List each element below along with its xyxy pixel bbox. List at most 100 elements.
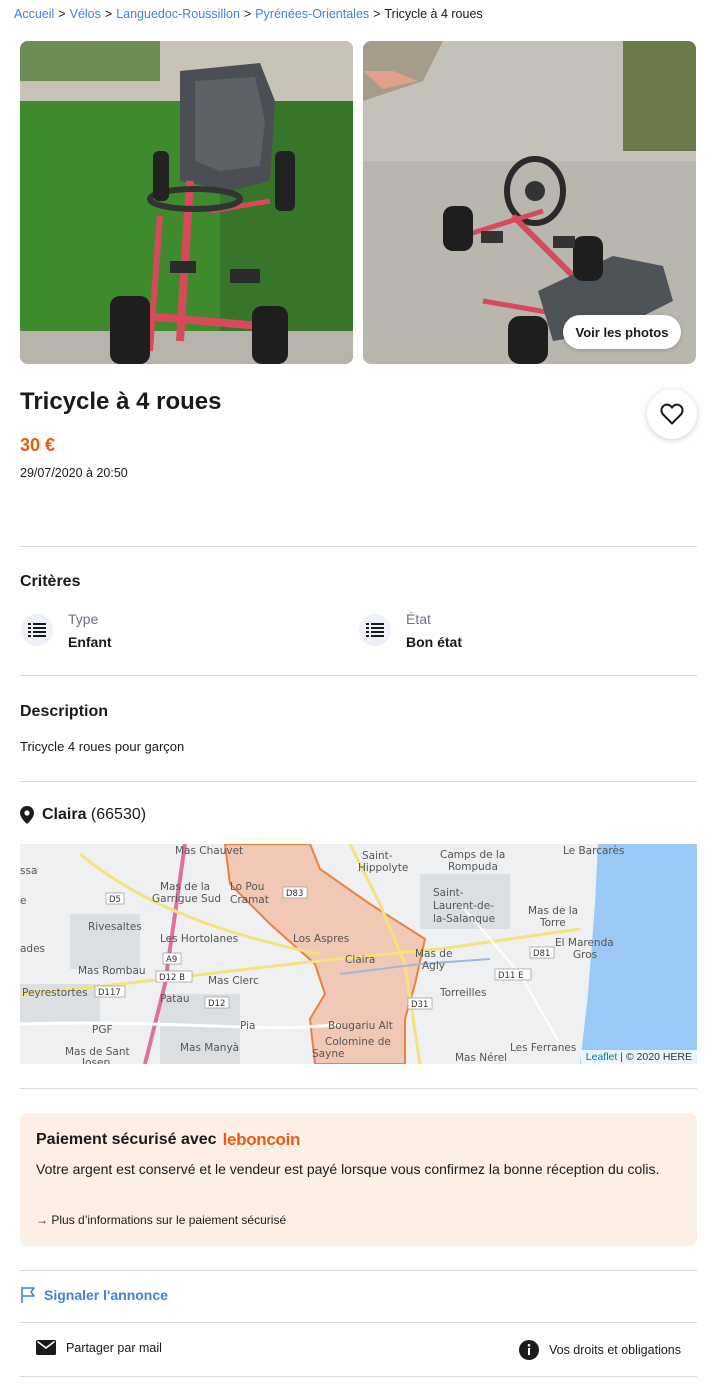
map-place-label: Colomine de [325,1036,391,1048]
mail-icon [36,1340,56,1355]
map-place-label: Les Ferranes [510,1042,576,1054]
share-by-mail-button[interactable]: Partager par mail [36,1340,162,1355]
report-ad-button[interactable]: Signaler l'annonce [20,1286,168,1304]
location-postcode: (66530) [90,806,147,823]
map-place-label: Mas de la [160,881,210,893]
divider [20,675,697,676]
svg-text:D11 E: D11 E [498,971,523,981]
flag-icon [21,1287,35,1303]
ad-date: 29/07/2020 à 20:50 [20,466,128,480]
map-place-label: ades [20,943,45,955]
secure-payment-link-label: Plus d’informations sur le paiement sécu… [51,1213,287,1227]
criteria-state-icon [359,614,391,646]
svg-text:D117: D117 [98,988,121,998]
map-place-label: Mas de [415,948,452,960]
location-map[interactable]: D5 D83 A9 D12 B D117 D12 D31 D11 E D81 Mas Chauv… [20,844,697,1064]
breadcrumb-current: Tricycle à 4 roues [384,7,483,21]
rights-obligations-label: Vos droits et obligations [548,1343,681,1357]
criteria-state-label: État [406,611,431,627]
map-place-label: la-Salanque [433,913,495,925]
map-place-label: Mas Rombau [78,965,146,977]
map-road-badge: A9 [162,952,182,965]
map-place-label: Mas Clerc [208,975,259,987]
criteria-type-value: Enfant [68,634,112,650]
divider [20,1322,697,1323]
leboncoin-logo: leboncoin [222,1130,301,1149]
breadcrumb-link-home[interactable]: Accueil [14,7,54,21]
list-icon [366,623,384,637]
criteria-state-value: Bon état [406,634,462,650]
map-place-label: Gros [573,949,597,961]
secure-payment-more-info-link[interactable]: → Plus d’informations sur le paiement sé… [36,1213,286,1227]
see-photos-button[interactable]: Voir les photos [563,315,681,349]
breadcrumb-separator: > [243,7,252,21]
svg-text:D12: D12 [208,999,225,1009]
share-by-mail-label: Partager par mail [66,1340,162,1355]
map-canvas: D5 D83 A9 D12 B D117 D12 D31 D11 E D81 Mas Chauv… [20,844,697,1064]
map-place-label: Lo Pou [230,881,264,893]
secure-payment-title-text: Paiement sécurisé avec [36,1131,217,1148]
info-icon [518,1340,539,1360]
secure-payment-title: Paiement sécurisé avec leboncoin [36,1130,300,1150]
map-pin-icon [20,806,34,824]
divider [20,546,697,547]
map-place-label: Pia [240,1020,255,1032]
svg-text:D81: D81 [533,949,550,959]
map-place-label: Saint- [433,887,464,899]
divider [20,1088,697,1089]
map-road-badge: D11 E [494,968,532,981]
map-place-label: Claira [345,954,375,966]
heart-icon [660,403,684,425]
map-place-label: e [20,895,26,907]
breadcrumb-separator: > [104,7,113,21]
map-attribution: Leaflet | © 2020 HERE [580,1050,697,1064]
map-road-badge: D5 [105,892,125,905]
map-place-label: Torre [539,917,566,929]
map-place-label: Hippolyte [358,862,408,874]
location-city: Claira [42,806,87,823]
criteria-title: Critères [20,573,81,590]
divider [20,1376,697,1377]
map-place-label: Josep [81,1057,110,1064]
map-place-label: Bougariu Alt [328,1020,393,1032]
map-road-badge: D12 B [155,970,193,983]
map-road-badge: D81 [529,946,555,959]
description-text: Tricycle 4 roues pour garçon [20,739,185,754]
report-ad-label: Signaler l'annonce [44,1287,168,1303]
map-place-label: Mas de la [528,905,578,917]
map-place-label: Mas Nérel [455,1052,507,1064]
map-attribution-separator: | [620,1051,623,1063]
photo-tricycle-on-grass [20,41,353,364]
map-place-label: Le Barcarès [563,845,624,857]
breadcrumb-link-region[interactable]: Languedoc-Roussillon [116,7,240,21]
list-icon [28,623,46,637]
map-place-label: Camps de la [440,849,505,861]
ad-title: Tricycle à 4 roues [20,388,222,415]
breadcrumb: Accueil > Vélos > Languedoc-Roussillon > Pyrén… [14,7,483,21]
map-place-label: PGF [92,1024,113,1036]
map-road-badge: D117 [94,985,126,998]
svg-text:D83: D83 [286,889,303,899]
svg-text:A9: A9 [166,955,177,965]
leaflet-link[interactable]: Leaflet [586,1051,618,1063]
ad-photo-main[interactable] [20,41,353,364]
criteria-type-label: Type [68,611,99,627]
map-road-badge: D12 [204,996,230,1009]
breadcrumb-link-bikes[interactable]: Vélos [70,7,101,21]
map-place-label: Saint- [362,850,393,862]
breadcrumb-link-department[interactable]: Pyrénées-Orientales [255,7,369,21]
map-place-label: Les Hortolanes [160,933,238,945]
rights-obligations-link[interactable]: Vos droits et obligations [518,1340,681,1360]
map-place-label: Patau [160,993,190,1005]
map-road-badge: D31 [407,997,433,1010]
breadcrumb-separator: > [58,7,66,21]
svg-text:D12 B: D12 B [159,973,185,983]
secure-payment-text: Votre argent est conservé et le vendeur … [36,1161,660,1177]
map-place-label: Mas Chauvet [175,845,243,857]
favorite-button[interactable] [647,389,697,439]
description-title: Description [20,703,109,720]
secure-payment-box: Paiement sécurisé avec leboncoin Votre a… [20,1113,697,1246]
location: Claira (66530) [20,806,146,824]
map-place-label: El Marenda [555,937,614,949]
divider [20,781,697,782]
